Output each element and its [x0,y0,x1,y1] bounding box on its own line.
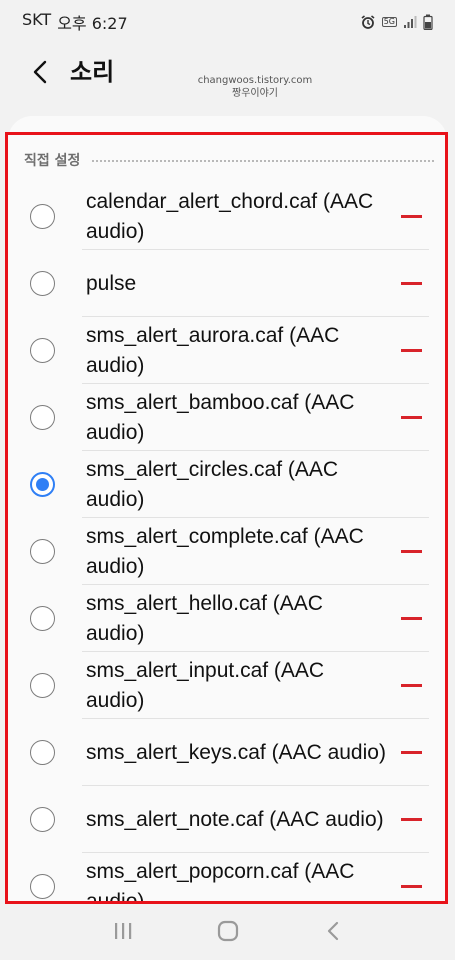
section-header: 직접 설정 [24,150,434,170]
list-item[interactable]: sms_alert_circles.caf (AAC audio) [8,451,445,518]
remove-icon[interactable] [401,215,422,218]
recent-apps-icon [113,922,133,944]
list-item[interactable]: sms_alert_input.caf (AAC audio) [8,652,445,719]
back-button[interactable] [22,56,58,92]
sound-list[interactable]: calendar_alert_chord.caf (AAC audio) puls… [8,183,445,901]
sound-name: sms_alert_keys.caf (AAC audio) [86,740,386,764]
sound-name: sms_alert_aurora.caf (AAC audio) [86,323,340,377]
back-icon [327,921,339,945]
remove-icon[interactable] [401,885,422,888]
app-header: 소리 changwoos.tistory.com 짱우이야기 [0,44,455,108]
remove-icon[interactable] [401,818,422,821]
watermark-name: 짱우이야기 [232,88,278,99]
remove-icon[interactable] [401,550,422,553]
signal-icon [403,15,417,29]
sound-name: sms_alert_note.caf (AAC audio) [86,807,384,831]
recent-apps-button[interactable] [103,913,143,953]
home-button[interactable] [208,913,248,953]
radio-button[interactable] [30,673,55,698]
radio-button[interactable] [30,874,55,899]
sound-name: pulse [86,271,137,295]
list-item[interactable]: sms_alert_complete.caf (AAC audio) [8,518,445,585]
battery-icon [423,14,433,30]
sound-name: sms_alert_complete.caf (AAC audio) [86,524,364,578]
list-item[interactable]: sms_alert_hello.caf (AAC audio) [8,585,445,652]
radio-button[interactable] [30,740,55,765]
radio-button[interactable] [30,271,55,296]
radio-button[interactable] [30,338,55,363]
clock-time: 오후 6:27 [57,14,128,33]
section-label: 직접 설정 [24,153,81,169]
nav-back-button[interactable] [313,913,353,953]
sound-name: sms_alert_input.caf (AAC audio) [86,658,325,712]
remove-icon[interactable] [401,416,422,419]
list-item[interactable]: calendar_alert_chord.caf (AAC audio) [8,183,445,250]
remove-icon[interactable] [401,684,422,687]
list-item[interactable]: pulse [8,250,445,317]
navigation-bar [0,905,455,960]
remove-icon[interactable] [401,617,422,620]
list-item[interactable]: sms_alert_keys.caf (AAC audio) [8,719,445,786]
section-divider [92,160,434,162]
page-title: 소리 [70,58,115,86]
remove-icon[interactable] [401,282,422,285]
list-item[interactable]: sms_alert_aurora.caf (AAC audio) [8,317,445,384]
radio-button[interactable] [30,405,55,430]
remove-icon[interactable] [401,751,422,754]
radio-button[interactable] [30,807,55,832]
chevron-left-icon [33,60,47,88]
list-item[interactable]: sms_alert_bamboo.caf (AAC audio) [8,384,445,451]
status-bar: SKT 오후 6:27 5G [0,0,455,44]
sound-name: sms_alert_circles.caf (AAC audio) [86,457,339,511]
sound-name: sms_alert_bamboo.caf (AAC audio) [86,390,355,444]
remove-icon[interactable] [401,349,422,352]
carrier-label: SKT [22,10,52,29]
radio-button[interactable] [30,606,55,631]
watermark-url: changwoos.tistory.com [197,75,313,86]
sound-name: sms_alert_hello.caf (AAC audio) [86,591,323,645]
sound-name: calendar_alert_chord.caf (AAC audio) [86,189,374,243]
home-icon [217,920,239,946]
list-item[interactable]: sms_alert_popcorn.caf (AAC audio) [8,853,445,901]
watermark: changwoos.tistory.com 짱우이야기 [190,74,320,100]
radio-button[interactable] [30,539,55,564]
network-5g-icon: 5G [381,17,397,27]
list-item[interactable]: sms_alert_note.caf (AAC audio) [8,786,445,853]
radio-button[interactable] [30,204,55,229]
radio-button[interactable] [30,472,55,497]
sound-name: sms_alert_popcorn.caf (AAC audio) [86,859,355,902]
alarm-icon [360,14,376,30]
